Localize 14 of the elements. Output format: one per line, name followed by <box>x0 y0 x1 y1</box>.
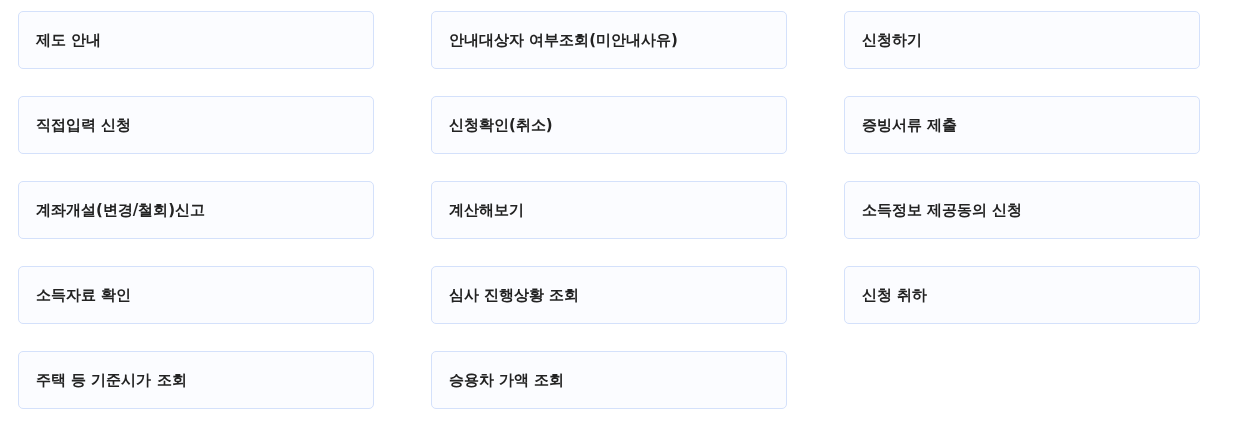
menu-link[interactable]: 심사 진행상황 조회 <box>431 266 787 324</box>
menu-link[interactable]: 소득정보 제공동의 신청 <box>844 181 1200 239</box>
menu-link[interactable]: 직접입력 신청 <box>18 96 374 154</box>
menu-link[interactable]: 계좌개설(변경/철회)신고 <box>18 181 374 239</box>
menu-link[interactable]: 승용차 가액 조회 <box>431 351 787 409</box>
menu-link[interactable]: 제도 안내 <box>18 11 374 69</box>
menu-link[interactable]: 안내대상자 여부조회(미안내사유) <box>431 11 787 69</box>
menu-link[interactable]: 신청 취하 <box>844 266 1200 324</box>
menu-link[interactable]: 신청하기 <box>844 11 1200 69</box>
menu-link[interactable]: 소득자료 확인 <box>18 266 374 324</box>
menu-link[interactable]: 계산해보기 <box>431 181 787 239</box>
menu-link[interactable]: 증빙서류 제출 <box>844 96 1200 154</box>
menu-link[interactable]: 주택 등 기준시가 조회 <box>18 351 374 409</box>
menu-link[interactable]: 신청확인(취소) <box>431 96 787 154</box>
